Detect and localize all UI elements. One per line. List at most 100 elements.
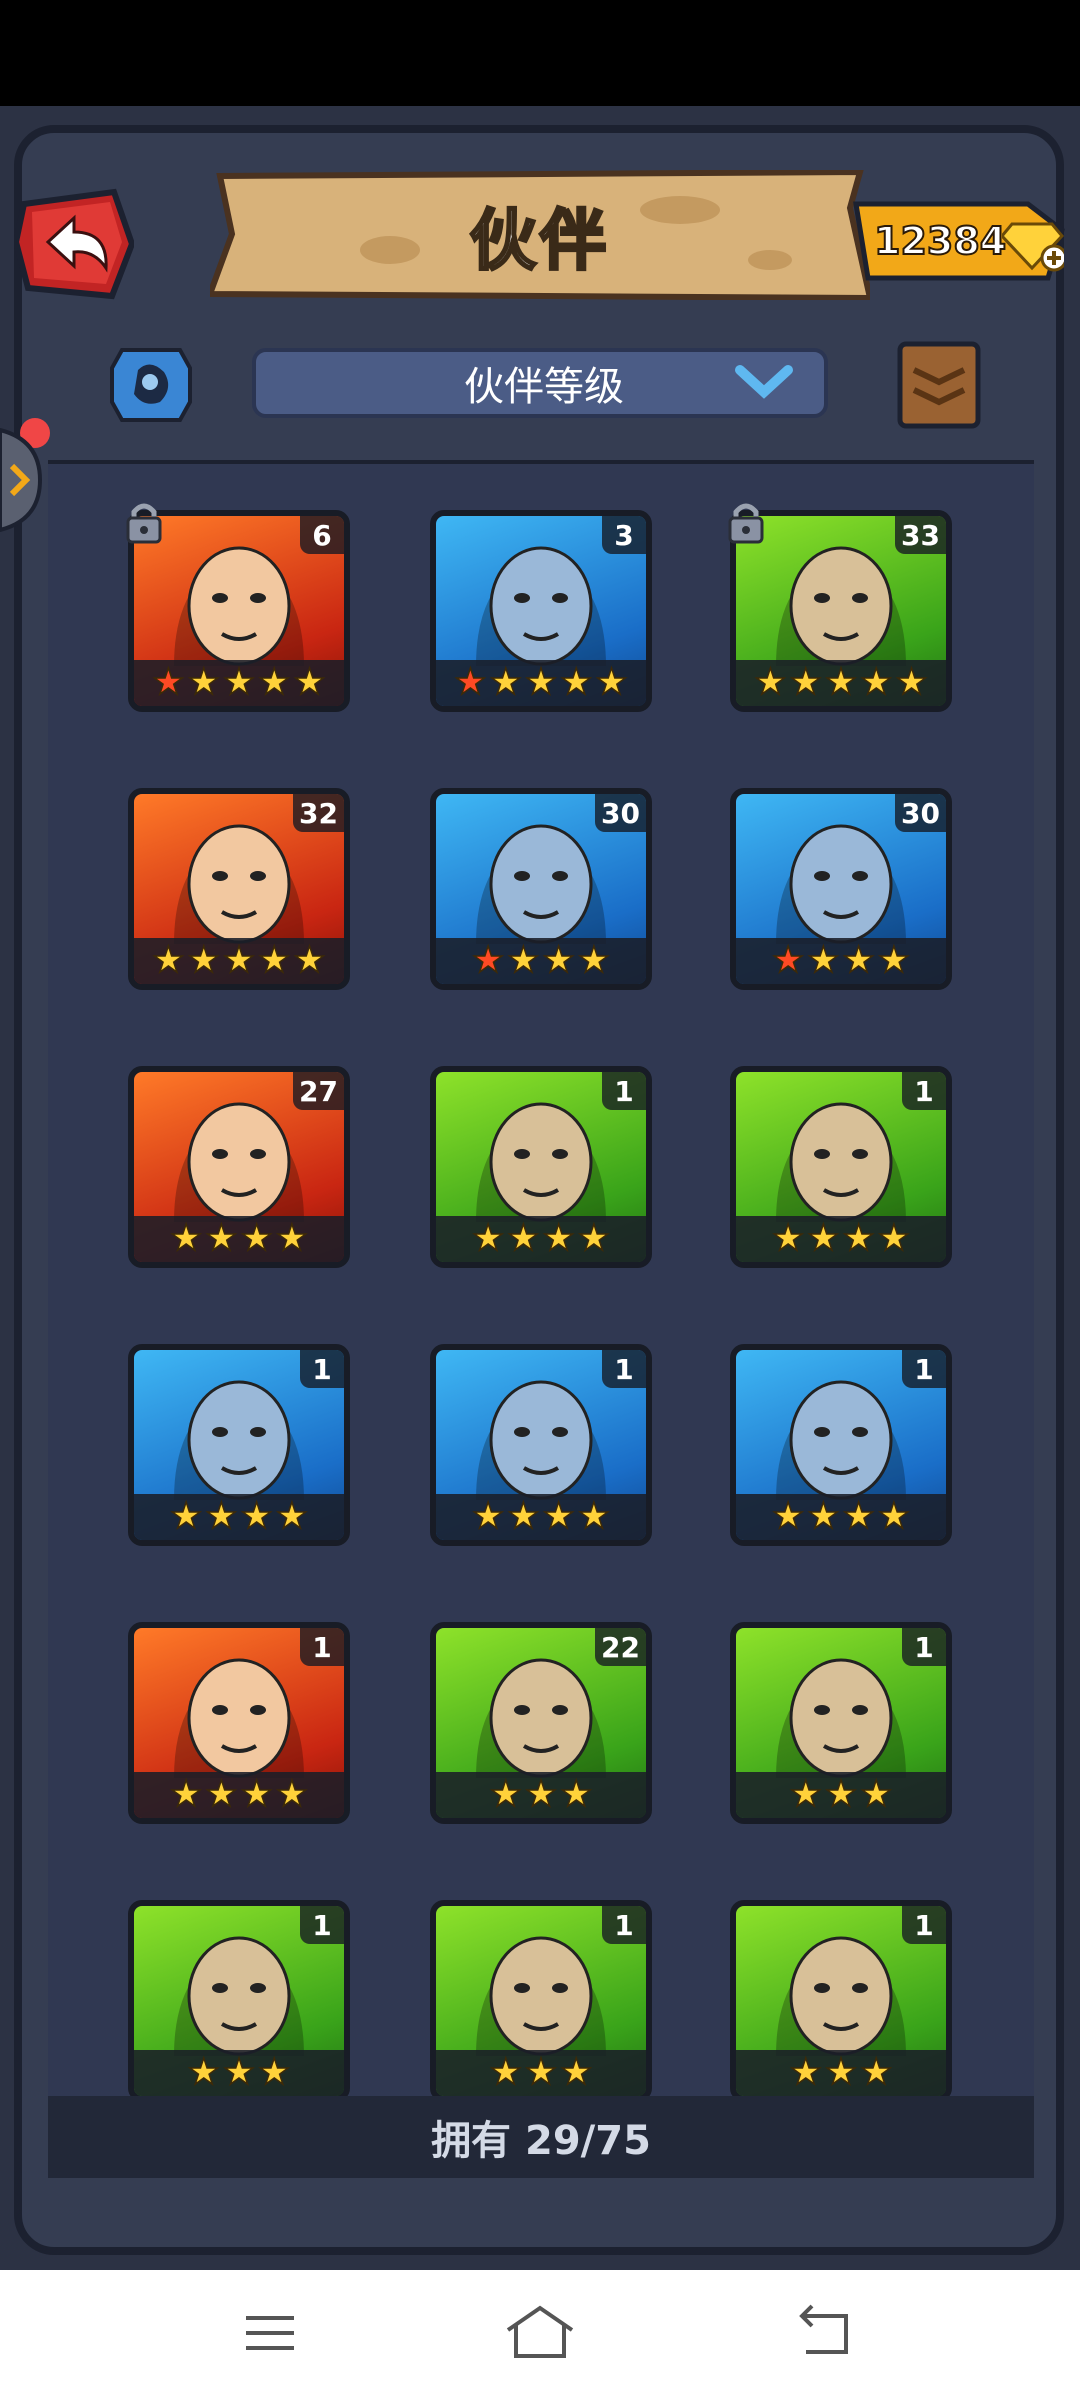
star-icon: ★ xyxy=(169,1774,203,1816)
star-icon: ★ xyxy=(293,662,327,704)
back-icon[interactable] xyxy=(784,2298,864,2368)
star-icon: ★ xyxy=(204,1218,238,1260)
star-icon: ★ xyxy=(506,1218,540,1260)
hero-level: 27 xyxy=(293,1072,344,1110)
hero-card-blonde-woman[interactable]: 1 ★ ★ ★ xyxy=(730,1900,952,2102)
star-icon: ★ xyxy=(506,940,540,982)
hero-level: 1 xyxy=(602,1906,646,1944)
star-icon: ★ xyxy=(524,1774,558,1816)
hero-card-brown-hair-woman[interactable]: 1 ★ ★ ★ ★ xyxy=(128,1622,350,1824)
hero-card-ogre-3[interactable]: 1 ★ ★ ★ xyxy=(430,1900,652,2102)
home-icon[interactable] xyxy=(500,2298,580,2368)
star-rating: ★ ★ ★ xyxy=(736,1772,946,1818)
star-icon: ★ xyxy=(877,940,911,982)
star-rating: ★ ★ ★ ★ xyxy=(736,1494,946,1540)
star-rating: ★ ★ ★ ★ ★ xyxy=(436,660,646,706)
star-icon: ★ xyxy=(222,940,256,982)
star-icon: ★ xyxy=(859,2052,893,2094)
star-icon: ★ xyxy=(489,2052,523,2094)
star-icon: ★ xyxy=(806,1496,840,1538)
star-icon: ★ xyxy=(824,1774,858,1816)
star-icon: ★ xyxy=(240,1496,274,1538)
hero-level: 3 xyxy=(602,516,646,554)
hero-card-boar-beast[interactable]: 30 ★ ★ ★ ★ xyxy=(730,788,952,990)
hero-card-hooded-mage[interactable]: 3 ★ ★ ★ ★ ★ xyxy=(430,510,652,712)
hero-level: 1 xyxy=(300,1906,344,1944)
star-icon: ★ xyxy=(542,1218,576,1260)
hero-level: 30 xyxy=(895,794,946,832)
star-icon: ★ xyxy=(489,1774,523,1816)
diamond-plus-icon xyxy=(1002,222,1064,272)
star-icon: ★ xyxy=(204,1496,238,1538)
star-rating: ★ ★ ★ ★ xyxy=(134,1494,344,1540)
hero-card-ogre[interactable]: 1 ★ ★ ★ xyxy=(730,1622,952,1824)
star-icon: ★ xyxy=(877,1218,911,1260)
star-icon: ★ xyxy=(257,662,291,704)
gem-count: 12384 xyxy=(873,218,1007,264)
hero-level: 22 xyxy=(595,1628,646,1666)
star-icon: ★ xyxy=(489,662,523,704)
star-rating: ★ ★ ★ ★ ★ xyxy=(736,660,946,706)
star-icon: ★ xyxy=(842,1496,876,1538)
lock-icon xyxy=(728,503,764,544)
star-icon: ★ xyxy=(789,2052,823,2094)
owned-count: 拥有 29/75 xyxy=(431,2118,651,2164)
star-rating: ★ ★ ★ ★ xyxy=(436,1494,646,1540)
star-rating: ★ ★ ★ xyxy=(436,1772,646,1818)
star-rating: ★ ★ ★ ★ xyxy=(736,1216,946,1262)
star-icon: ★ xyxy=(842,1218,876,1260)
hero-level: 32 xyxy=(293,794,344,832)
hero-card-dark-hair-woman[interactable]: 1 ★ ★ ★ ★ xyxy=(730,1066,952,1268)
star-rating: ★ ★ ★ xyxy=(134,2050,344,2096)
hero-level: 1 xyxy=(602,1072,646,1110)
star-icon: ★ xyxy=(824,2052,858,2094)
hero-level: 1 xyxy=(902,1072,946,1110)
gem-counter[interactable]: 12384 xyxy=(852,200,1066,282)
star-icon: ★ xyxy=(257,940,291,982)
star-rating: ★ ★ ★ ★ ★ xyxy=(134,938,344,984)
menu-icon[interactable] xyxy=(230,2298,310,2368)
chevron-down-icon xyxy=(735,365,793,399)
star-icon: ★ xyxy=(559,2052,593,2094)
star-icon: ★ xyxy=(471,1496,505,1538)
filter-button[interactable] xyxy=(110,348,192,422)
star-icon: ★ xyxy=(275,1496,309,1538)
star-icon: ★ xyxy=(877,1496,911,1538)
hero-card-red-hair-barbarian[interactable]: 27 ★ ★ ★ ★ xyxy=(128,1066,350,1268)
book-icon[interactable] xyxy=(894,340,984,430)
star-rating: ★ ★ ★ xyxy=(436,2050,646,2096)
star-icon: ★ xyxy=(187,2052,221,2094)
star-icon: ★ xyxy=(559,662,593,704)
star-icon: ★ xyxy=(771,940,805,982)
status-bar xyxy=(0,0,1080,106)
system-nav-bar xyxy=(0,2270,1080,2400)
back-arrow-icon[interactable] xyxy=(14,184,134,304)
star-icon: ★ xyxy=(222,2052,256,2094)
star-icon: ★ xyxy=(895,662,929,704)
hero-card-long-hair-man[interactable]: 32 ★ ★ ★ ★ ★ xyxy=(128,788,350,990)
sort-dropdown[interactable]: 伙伴等级 xyxy=(252,348,828,418)
star-icon: ★ xyxy=(471,940,505,982)
hero-card-crocodile[interactable]: 22 ★ ★ ★ xyxy=(430,1622,652,1824)
star-icon: ★ xyxy=(824,662,858,704)
star-icon: ★ xyxy=(204,1774,238,1816)
hero-level: 30 xyxy=(595,794,646,832)
star-icon: ★ xyxy=(859,662,893,704)
hero-level: 1 xyxy=(902,1350,946,1388)
hero-card-blue-hair-warrior[interactable]: 30 ★ ★ ★ ★ xyxy=(430,788,652,990)
hero-card-skull-totem[interactable]: 1 ★ ★ ★ ★ xyxy=(430,1344,652,1546)
star-icon: ★ xyxy=(471,1218,505,1260)
star-icon: ★ xyxy=(275,1774,309,1816)
hero-level: 1 xyxy=(902,1628,946,1666)
hero-level: 1 xyxy=(300,1628,344,1666)
hero-card-blue-hair-woman[interactable]: 1 ★ ★ ★ ★ xyxy=(730,1344,952,1546)
side-expand-tab[interactable] xyxy=(0,420,44,540)
hero-card-elf-girl[interactable]: 1 ★ ★ ★ ★ xyxy=(430,1066,652,1268)
hero-level: 6 xyxy=(300,516,344,554)
star-icon: ★ xyxy=(524,662,558,704)
hero-level: 33 xyxy=(895,516,946,554)
star-icon: ★ xyxy=(454,662,488,704)
hero-card-ogre-2[interactable]: 1 ★ ★ ★ xyxy=(128,1900,350,2102)
hero-card-armored-lizard[interactable]: 1 ★ ★ ★ ★ xyxy=(128,1344,350,1546)
star-icon: ★ xyxy=(859,1774,893,1816)
